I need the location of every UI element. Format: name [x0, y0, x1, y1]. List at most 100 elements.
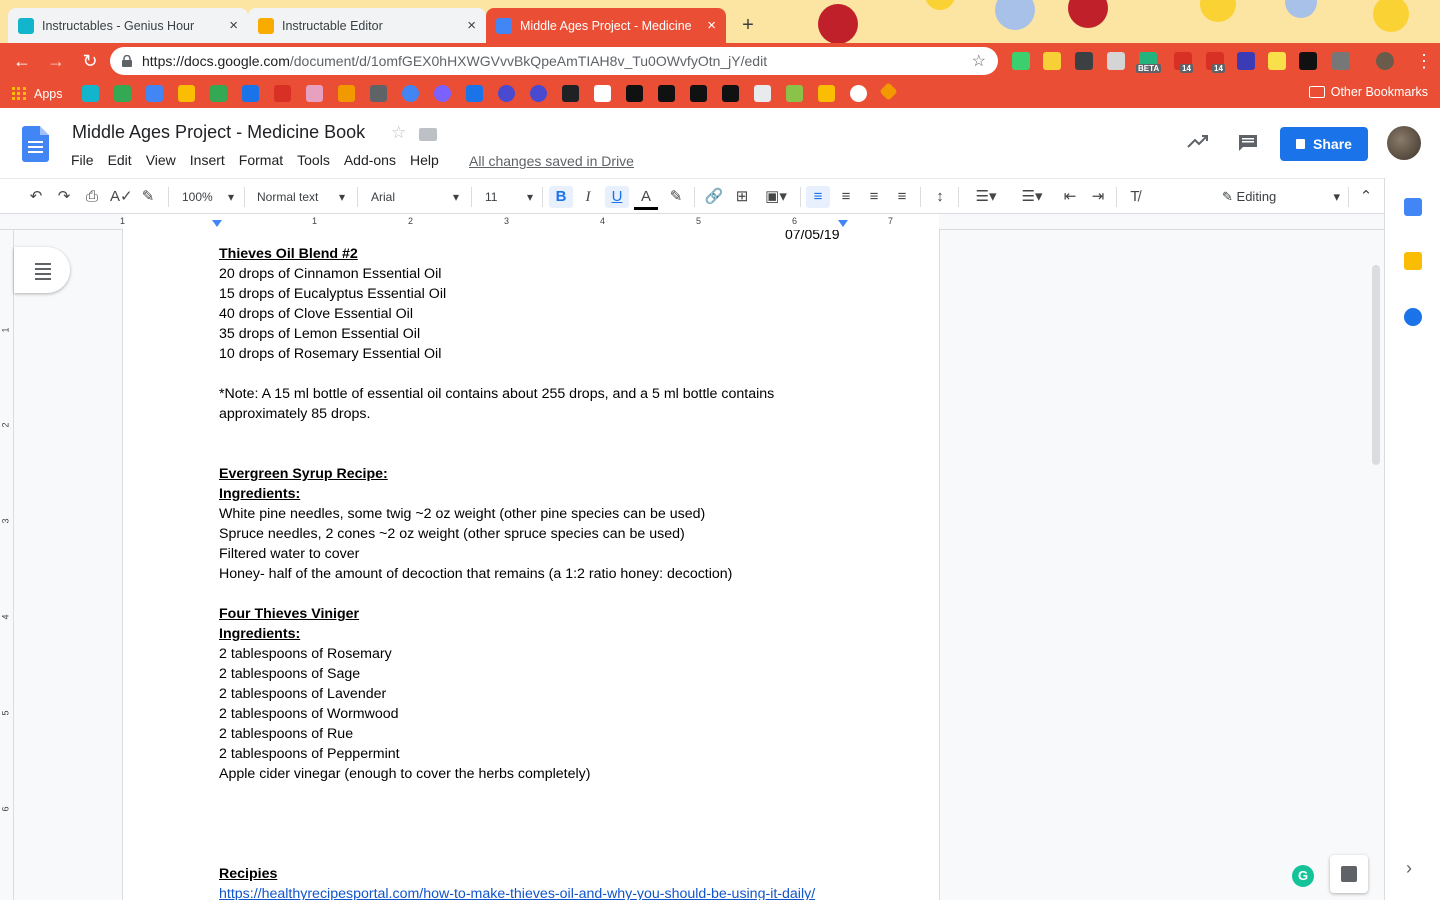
bookmark-icon[interactable] — [338, 85, 355, 102]
bookmark-sigma-icon[interactable] — [626, 85, 643, 102]
tasks-icon[interactable] — [1404, 308, 1422, 326]
bookmark-icon[interactable] — [754, 85, 771, 102]
redo-icon[interactable]: ↷ — [54, 186, 74, 208]
bookmark-icon[interactable] — [82, 85, 99, 102]
bulleted-list-icon[interactable]: ☰▾ — [1014, 186, 1050, 208]
bookmark-icon[interactable] — [879, 82, 898, 101]
decrease-indent-icon[interactable]: ⇤ — [1060, 186, 1080, 208]
underline-button[interactable]: U — [605, 186, 629, 208]
bookmark-slides-icon[interactable] — [178, 85, 195, 102]
bookmark-icon[interactable] — [306, 85, 323, 102]
left-indent-marker[interactable] — [212, 220, 222, 227]
new-tab-button[interactable]: + — [736, 14, 760, 38]
save-status[interactable]: All changes saved in Drive — [469, 153, 634, 169]
bookmark-drive-icon[interactable] — [114, 85, 131, 102]
menu-tools[interactable]: Tools — [297, 152, 330, 168]
document-page[interactable]: 07/05/19 Thieves Oil Blend #2 20 drops of… — [123, 230, 939, 900]
explore-button[interactable] — [1330, 855, 1368, 893]
bookmark-icon[interactable] — [370, 85, 387, 102]
comments-icon[interactable] — [1238, 134, 1258, 158]
bookmark-sigma-icon[interactable] — [690, 85, 707, 102]
menu-view[interactable]: View — [146, 152, 176, 168]
spellcheck-icon[interactable]: A✓ — [110, 186, 133, 208]
add-comment-icon[interactable]: ⊞ — [732, 186, 752, 208]
font-select[interactable]: Arial ▾ — [371, 186, 459, 208]
insert-image-icon[interactable]: ▣▾ — [760, 186, 792, 208]
align-center-icon[interactable]: ≡ — [836, 186, 856, 208]
zoom-select[interactable]: 100% ▾ — [182, 186, 234, 208]
chrome-menu-icon[interactable]: ⋮ — [1410, 47, 1438, 75]
bookmark-star-icon[interactable]: ☆ — [972, 51, 986, 71]
menu-format[interactable]: Format — [239, 152, 283, 168]
back-arrow-icon[interactable]: ← — [8, 47, 36, 75]
extension-icon[interactable] — [1299, 52, 1317, 70]
paragraph-style-select[interactable]: Normal text ▾ — [257, 186, 345, 208]
bookmark-icon[interactable] — [498, 85, 515, 102]
bookmark-icon[interactable] — [530, 85, 547, 102]
tab-instructable-editor[interactable]: Instructable Editor × — [248, 8, 486, 43]
numbered-list-icon[interactable]: ☰▾ — [968, 186, 1004, 208]
clear-formatting-icon[interactable]: T̸ — [1125, 186, 1145, 208]
grammarly-icon[interactable]: G — [1292, 865, 1314, 887]
text-color-button[interactable]: A — [634, 186, 658, 210]
apps-shortcut[interactable]: Apps — [12, 86, 63, 101]
extension-2048-icon[interactable] — [1332, 52, 1350, 70]
extension-icon[interactable] — [1237, 52, 1255, 70]
vertical-ruler[interactable]: 1 2 3 4 5 6 — [0, 230, 14, 900]
document-body[interactable]: Thieves Oil Blend #2 20 drops of Cinnamon… — [219, 244, 859, 900]
font-size-select[interactable]: 11 ▾ — [485, 186, 533, 208]
menu-insert[interactable]: Insert — [190, 152, 225, 168]
other-bookmarks-folder[interactable]: Other Bookmarks — [1308, 85, 1428, 99]
forward-arrow-icon[interactable]: → — [42, 47, 70, 75]
italic-button[interactable]: I — [578, 186, 598, 208]
tab-close-icon[interactable]: × — [707, 17, 716, 34]
bookmark-icon[interactable] — [818, 85, 835, 102]
tab-close-icon[interactable]: × — [467, 17, 476, 34]
bookmark-icon[interactable] — [434, 85, 451, 102]
bookmark-icon[interactable] — [402, 85, 419, 102]
undo-icon[interactable]: ↶ — [26, 186, 46, 208]
line-spacing-icon[interactable]: ↕ — [930, 186, 950, 208]
document-title[interactable]: Middle Ages Project - Medicine Book — [72, 122, 365, 143]
bold-button[interactable]: B — [549, 186, 573, 208]
activity-trend-icon[interactable] — [1187, 132, 1209, 155]
tab-close-icon[interactable]: × — [229, 17, 238, 34]
keep-icon[interactable] — [1404, 252, 1422, 270]
move-folder-icon[interactable] — [419, 128, 437, 141]
chevron-right-icon[interactable]: › — [1406, 858, 1412, 879]
highlight-icon[interactable]: ✎ — [666, 186, 686, 208]
bookmark-icon[interactable] — [274, 85, 291, 102]
paint-format-icon[interactable]: ✎ — [138, 186, 158, 208]
bookmark-icon[interactable] — [242, 85, 259, 102]
right-indent-marker[interactable] — [838, 220, 848, 227]
horizontal-ruler[interactable]: 1 1 2 3 4 5 6 7 — [0, 214, 1384, 230]
tab-instructables-genius-hour[interactable]: Instructables - Genius Hour × — [8, 8, 248, 43]
bookmark-icon[interactable] — [786, 85, 803, 102]
tab-middle-ages-project[interactable]: Middle Ages Project - Medicine × — [486, 8, 726, 43]
account-avatar[interactable] — [1387, 126, 1421, 160]
bookmark-sigma-icon[interactable] — [658, 85, 675, 102]
menu-help[interactable]: Help — [410, 152, 439, 168]
docs-logo-icon[interactable] — [22, 126, 49, 162]
bookmark-icon[interactable] — [594, 85, 611, 102]
address-bar[interactable]: https://docs.google.com/document/d/1omfG… — [110, 47, 998, 75]
bookmark-icon[interactable] — [562, 85, 579, 102]
bookmark-sigma-icon[interactable] — [722, 85, 739, 102]
increase-indent-icon[interactable]: ⇥ — [1088, 186, 1108, 208]
bookmark-docs-icon[interactable] — [146, 85, 163, 102]
editing-mode-select[interactable]: ✎ Editing ▾ — [1222, 186, 1340, 208]
extension-icon[interactable] — [1268, 52, 1286, 70]
menu-add-ons[interactable]: Add-ons — [344, 152, 396, 168]
profile-avatar[interactable] — [1376, 52, 1394, 70]
doc-link[interactable]: https://healthyrecipesportal.com/how-to-… — [219, 884, 859, 900]
vertical-scrollbar[interactable] — [1372, 265, 1380, 465]
insert-link-icon[interactable]: 🔗 — [703, 186, 725, 208]
document-outline-button[interactable] — [14, 247, 70, 293]
share-button[interactable]: Share — [1280, 127, 1368, 161]
extension-icon[interactable] — [1012, 52, 1030, 70]
extension-icon[interactable] — [1107, 52, 1125, 70]
extension-icon[interactable] — [1075, 52, 1093, 70]
menu-edit[interactable]: Edit — [108, 152, 132, 168]
extension-pencil-icon[interactable] — [1043, 52, 1061, 70]
collapse-menus-icon[interactable]: ⌃ — [1356, 186, 1376, 208]
